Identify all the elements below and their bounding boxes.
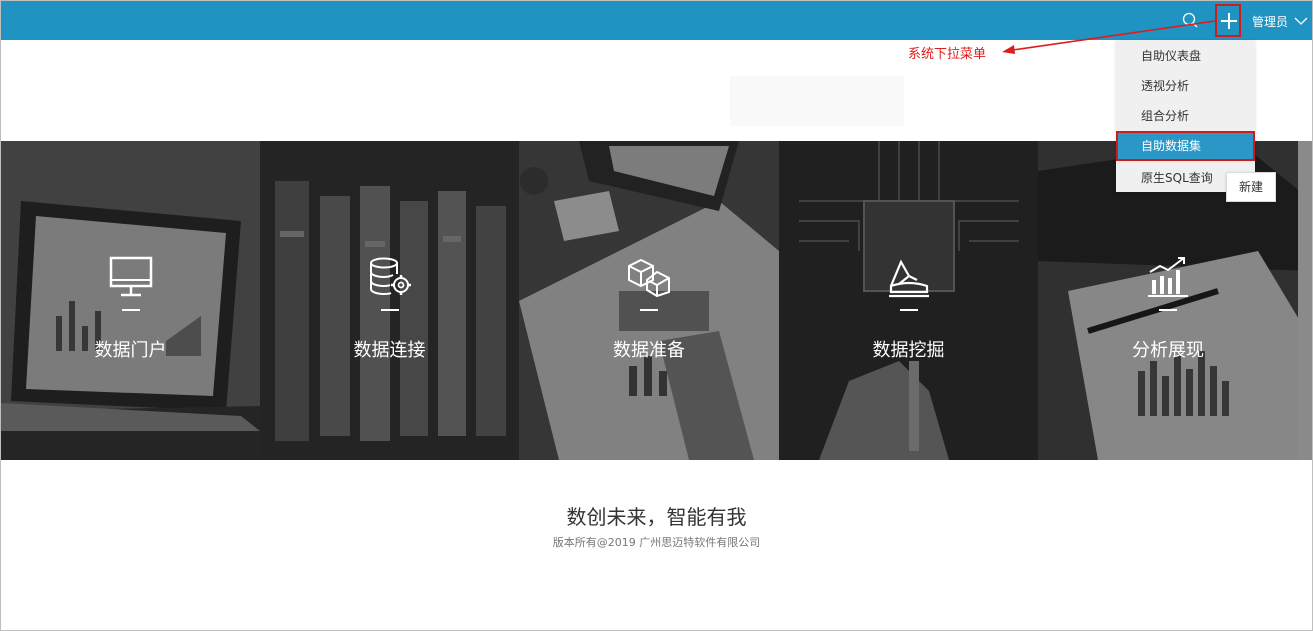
plus-icon bbox=[1221, 13, 1237, 29]
tile-label: 数据门户 bbox=[94, 340, 167, 361]
cubes-icon bbox=[628, 258, 670, 298]
tile-label: 分析展现 bbox=[1132, 340, 1204, 361]
tile-data-connection[interactable]: 数据连接 bbox=[260, 141, 519, 460]
tile-divider bbox=[380, 309, 399, 311]
mining-icon bbox=[888, 259, 929, 298]
database-gear-icon bbox=[369, 257, 411, 296]
tile-data-preparation[interactable]: 数据准备 bbox=[519, 141, 779, 460]
chevron-down-icon bbox=[1294, 17, 1308, 25]
bar-chart-icon bbox=[1148, 257, 1188, 297]
monitor-icon bbox=[109, 256, 152, 297]
tile-background bbox=[1, 141, 260, 460]
tile-background bbox=[519, 141, 779, 460]
tile-label: 数据挖掘 bbox=[872, 340, 945, 361]
menu-item-pivot-analysis[interactable]: 透视分析 bbox=[1116, 71, 1255, 101]
tile-divider bbox=[640, 309, 658, 311]
tile-data-mining[interactable]: 数据挖掘 bbox=[779, 141, 1038, 460]
new-dropdown-menu: 自助仪表盘 透视分析 组合分析 自助数据集 原生SQL查询 bbox=[1116, 40, 1255, 192]
footer-slogan: 数创未来，智能有我 bbox=[566, 505, 747, 529]
tile-background bbox=[779, 141, 1038, 460]
menu-item-self-dashboard[interactable]: 自助仪表盘 bbox=[1116, 41, 1255, 71]
new-tooltip: 新建 bbox=[1226, 172, 1276, 202]
menu-item-self-dataset[interactable]: 自助数据集 bbox=[1116, 131, 1255, 161]
footer-copyright: 版本所有@2019 广州思迈特软件有限公司 bbox=[552, 536, 761, 549]
tile-background bbox=[260, 141, 519, 460]
user-name: 管理员 bbox=[1252, 14, 1289, 29]
tile-data-portal[interactable]: 数据门户 bbox=[1, 141, 260, 460]
tile-label: 数据连接 bbox=[353, 340, 426, 361]
tile-label: 数据准备 bbox=[613, 340, 685, 361]
tile-divider bbox=[121, 309, 140, 311]
menu-item-combined-analysis[interactable]: 组合分析 bbox=[1116, 101, 1255, 131]
tile-divider bbox=[899, 309, 918, 311]
ghost-block bbox=[730, 76, 904, 126]
annotation-label: 系统下拉菜单 bbox=[908, 47, 987, 62]
tile-divider bbox=[1159, 309, 1177, 311]
user-menu[interactable]: 管理员 bbox=[1252, 12, 1308, 30]
